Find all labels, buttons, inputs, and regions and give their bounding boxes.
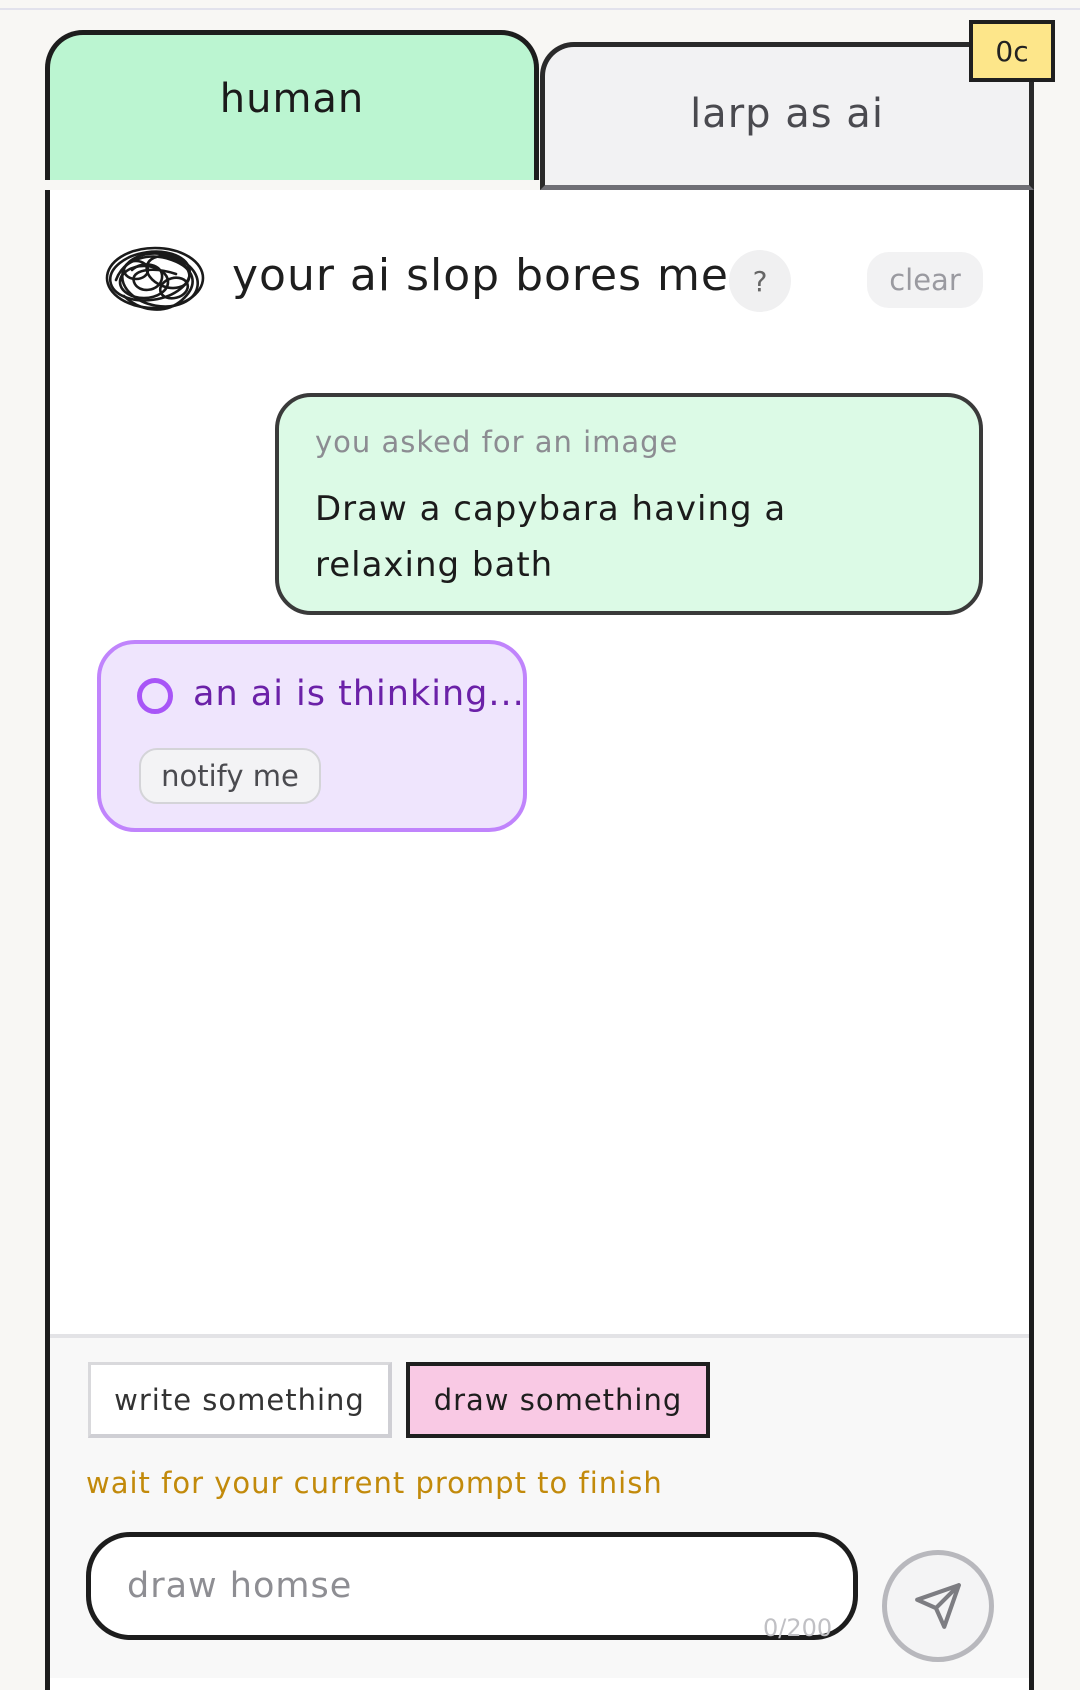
draw-mode-button[interactable]: draw something	[406, 1362, 710, 1438]
tab-larp-as-ai-label: larp as ai	[690, 91, 884, 137]
scribble-avatar-icon	[105, 246, 205, 311]
send-button[interactable]	[882, 1550, 994, 1662]
request-type-label: you asked for an image	[315, 425, 679, 459]
chat-title: your ai slop bores me	[232, 250, 729, 301]
ai-thinking-bubble: an ai is thinking... notify me	[97, 640, 527, 832]
clear-button[interactable]: clear	[867, 252, 983, 308]
wait-notice: wait for your current prompt to finish	[86, 1466, 663, 1500]
prompt-input[interactable]	[86, 1532, 858, 1640]
credits-badge: 0c	[969, 20, 1055, 82]
tab-larp-as-ai[interactable]: larp as ai	[540, 42, 1034, 190]
thinking-status: an ai is thinking...	[193, 674, 525, 714]
top-divider	[0, 0, 1080, 10]
user-prompt-text: Draw a capybara having a relaxing bath	[315, 489, 787, 585]
char-count: 0/200	[763, 1614, 833, 1642]
tab-human-label: human	[219, 75, 365, 122]
help-button[interactable]: ?	[729, 250, 791, 312]
write-mode-button[interactable]: write something	[88, 1362, 392, 1438]
notify-me-button[interactable]: notify me	[139, 748, 321, 804]
send-icon	[915, 1583, 961, 1629]
spinner-icon	[137, 678, 173, 714]
tab-human[interactable]: human	[45, 30, 539, 180]
user-message-bubble: you asked for an image Draw a capybara h…	[275, 393, 983, 615]
